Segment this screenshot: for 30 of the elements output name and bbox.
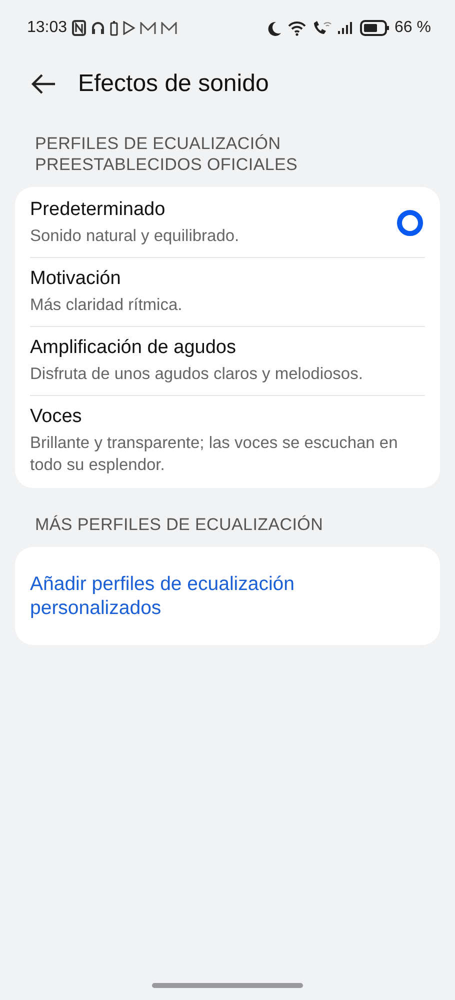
play-icon [123, 21, 136, 35]
section-header: MÁS PERFILES DE ECUALIZACIÓN [34, 514, 324, 535]
option-title[interactable]: Amplificación de agudos [30, 337, 425, 359]
option-title[interactable]: Predeterminado [30, 199, 387, 221]
option-description: Brillante y transparente; las voces se escuchan en todo su esplendor. [30, 433, 399, 476]
add-profile-link[interactable]: Añadir perfiles de ecualización personalizados [30, 559, 425, 633]
battery-percentage: 66 % [394, 19, 431, 37]
wifi-icon [286, 20, 307, 36]
option-description: Sonido natural y equilibrado. [30, 226, 240, 247]
phone-icon [312, 20, 332, 36]
clock-time: 13:03 [27, 19, 68, 37]
headphones-icon [91, 21, 106, 35]
mail-icon [161, 22, 178, 34]
option-title[interactable]: Voces [30, 406, 425, 428]
section-header: PERFILES DE ECUALIZACIÓN PREESTABLECIDOS OFICIALES [34, 133, 299, 175]
option-description: Más claridad rítmica. [30, 295, 184, 316]
option-row[interactable]: Motivación Más claridad rítmica. [30, 258, 425, 327]
nfc-icon [72, 20, 86, 36]
option-row[interactable]: Voces Brillante y transparente; las voces se escuchan en todo su esplendor. [30, 396, 425, 486]
signal-icon [336, 21, 355, 35]
option-description: Disfruta de unos agudos claros y melodiosos. [30, 364, 364, 385]
moon-icon [268, 20, 282, 36]
option-row[interactable]: Amplificación de agudos Disfruta de unos agudos claros y melodiosos. [30, 327, 425, 396]
option-title[interactable]: Motivación [30, 268, 425, 290]
back-button[interactable] [30, 73, 56, 95]
mail-icon [140, 22, 156, 34]
radio-button[interactable] [397, 210, 423, 236]
battery-icon [110, 20, 118, 36]
battery-icon [360, 20, 390, 36]
page-title: Efectos de sonido [78, 70, 269, 98]
